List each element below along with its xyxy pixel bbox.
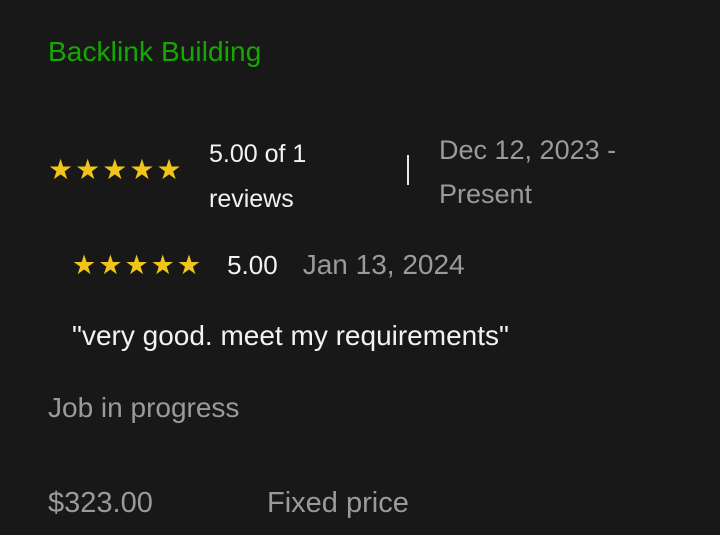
star-icon: ★ xyxy=(72,249,97,280)
rating-stars: ★ ★ ★ ★ ★ xyxy=(48,156,182,184)
star-icon: ★ xyxy=(98,249,123,280)
divider xyxy=(407,155,409,185)
job-title-link[interactable]: Backlink Building xyxy=(48,34,261,70)
rating-summary-text: 5.00 of 1 reviews xyxy=(209,140,307,213)
star-icon: ★ xyxy=(129,154,155,185)
contract-date-range: Dec 12, 2023 - Present xyxy=(439,135,617,209)
star-icon: ★ xyxy=(75,154,101,185)
star-icon: ★ xyxy=(124,249,149,280)
price-type: Fixed price xyxy=(267,487,409,519)
job-price: $323.00 xyxy=(48,487,153,519)
job-status: Job in progress xyxy=(48,392,240,423)
star-icon: ★ xyxy=(48,154,74,185)
star-icon: ★ xyxy=(150,249,175,280)
star-icon: ★ xyxy=(176,249,202,280)
review-score: 5.00 xyxy=(227,249,278,280)
review-comment: "very good. meet my requirements" xyxy=(72,320,509,351)
client-review: ★ ★ ★ ★ ★ 5.00 Jan 13, 2024 xyxy=(72,244,465,286)
star-icon: ★ xyxy=(156,154,182,185)
star-icon: ★ xyxy=(102,154,128,185)
review-stars: ★ ★ ★ ★ ★ xyxy=(72,249,202,280)
review-date: Jan 13, 2024 xyxy=(302,249,465,280)
